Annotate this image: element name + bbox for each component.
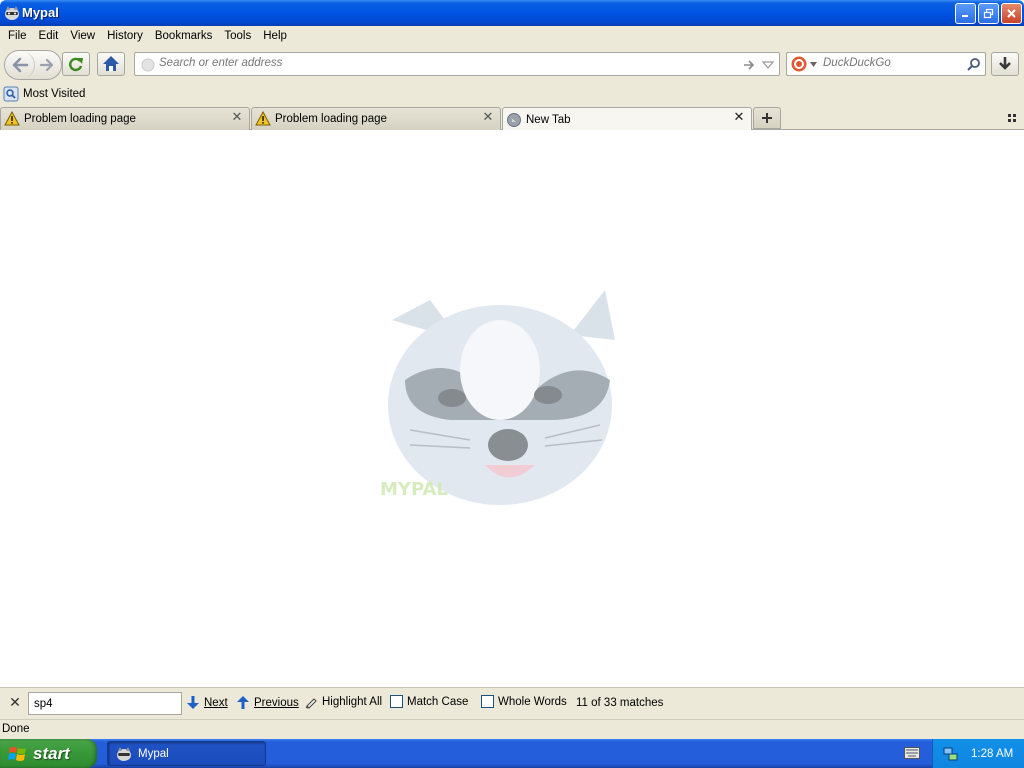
warning-icon: [4, 111, 20, 126]
mypal-logo-text: MYPAL: [380, 479, 448, 500]
match-case-label: Match Case: [407, 695, 469, 708]
tab-problem-loading-1[interactable]: Problem loading page ✕: [0, 107, 250, 130]
raccoon-logo-image: MYPAL: [380, 290, 615, 505]
address-bar[interactable]: [134, 52, 780, 76]
address-input[interactable]: [159, 57, 719, 69]
find-previous-label: Previous: [254, 696, 299, 709]
whole-words-label: Whole Words: [498, 695, 567, 708]
page-content: MYPAL: [0, 130, 1024, 687]
dropdown-arrow-icon[interactable]: [762, 60, 774, 70]
tab-problem-loading-2[interactable]: Problem loading page ✕: [251, 107, 501, 130]
up-arrow-icon: [237, 696, 249, 709]
back-forward-group: [4, 50, 62, 80]
status-bar: Done: [0, 719, 1024, 739]
menu-history[interactable]: History: [101, 30, 149, 42]
raccoon-app-icon: [117, 746, 131, 761]
whole-words-checkbox-box[interactable]: [481, 695, 494, 708]
bookmarks-toolbar: Most Visited: [0, 84, 1024, 106]
forward-arrow-icon: [39, 58, 54, 72]
menu-bar: File Edit View History Bookmarks Tools H…: [0, 26, 1024, 46]
search-icon[interactable]: [966, 57, 981, 72]
tab-title: New Tab: [526, 113, 571, 126]
find-match-status: 11 of 33 matches: [576, 697, 664, 709]
navigation-toolbar: [0, 46, 1024, 84]
most-visited-folder-icon: [3, 86, 19, 102]
system-tray: 1:28 AM: [932, 739, 1024, 768]
tab-strip: Problem loading page ✕ Problem loading p…: [0, 106, 1024, 131]
raccoon-app-icon: [5, 6, 19, 20]
find-close-icon[interactable]: ✕: [8, 696, 22, 710]
duckduckgo-icon[interactable]: [791, 56, 807, 72]
warning-icon: [255, 111, 271, 126]
clock[interactable]: 1:28 AM: [971, 748, 1013, 760]
highlight-all-button[interactable]: Highlight All: [304, 695, 382, 709]
restore-button[interactable]: [978, 3, 999, 24]
close-window-button[interactable]: [1001, 3, 1022, 24]
minimize-button[interactable]: [955, 3, 976, 24]
match-case-checkbox[interactable]: Match Case: [390, 695, 468, 708]
search-input[interactable]: [823, 57, 953, 69]
windows-logo-icon: [8, 746, 26, 761]
all-tabs-grid-icon[interactable]: [1006, 112, 1018, 124]
taskbar-item-mypal[interactable]: Mypal: [107, 741, 266, 766]
find-bar: ✕ Next Previous Highlight All Match Case…: [0, 687, 1024, 719]
back-button[interactable]: [5, 51, 35, 79]
downloads-button[interactable]: [991, 52, 1019, 76]
tab-new-tab[interactable]: New Tab ✕: [502, 107, 752, 131]
menu-view[interactable]: View: [64, 30, 101, 42]
minimize-icon: [962, 15, 968, 17]
home-icon: [103, 56, 119, 71]
new-tab-button[interactable]: [753, 107, 781, 129]
close-icon: [1007, 9, 1016, 18]
plus-icon: [762, 113, 772, 123]
forward-button[interactable]: [35, 51, 61, 79]
tab-close-icon[interactable]: ✕: [231, 111, 243, 124]
highlighter-pen-icon: [305, 698, 317, 709]
menu-bookmarks[interactable]: Bookmarks: [149, 30, 219, 42]
most-visited-label: Most Visited: [23, 88, 86, 100]
start-label: start: [33, 743, 70, 763]
find-next-button[interactable]: Next: [186, 695, 228, 710]
tab-close-icon[interactable]: ✕: [733, 111, 745, 124]
whole-words-checkbox[interactable]: Whole Words: [481, 695, 567, 708]
globe-icon: [507, 112, 521, 127]
bookmark-most-visited[interactable]: Most Visited: [3, 86, 85, 102]
restore-icon: [983, 8, 994, 19]
keyboard-icon[interactable]: [904, 747, 920, 759]
start-button[interactable]: start: [0, 739, 97, 768]
window-title: Mypal: [22, 5, 59, 20]
tab-title: Problem loading page: [275, 113, 387, 125]
match-case-checkbox-box[interactable]: [390, 695, 403, 708]
engine-dropdown-icon[interactable]: [810, 62, 817, 67]
menu-help[interactable]: Help: [257, 30, 293, 42]
reload-button[interactable]: [62, 52, 90, 76]
taskbar-item-label: Mypal: [138, 747, 169, 760]
find-input[interactable]: [28, 692, 182, 715]
find-next-label: Next: [204, 696, 228, 709]
status-text: Done: [2, 723, 30, 735]
search-bar[interactable]: [786, 52, 986, 76]
reload-icon: [69, 57, 83, 72]
menu-edit[interactable]: Edit: [33, 30, 65, 42]
home-button[interactable]: [97, 52, 125, 76]
title-bar[interactable]: Mypal: [0, 0, 1024, 26]
network-icon[interactable]: [943, 746, 959, 762]
find-previous-button[interactable]: Previous: [236, 695, 299, 710]
download-arrow-icon: [999, 57, 1011, 70]
menu-tools[interactable]: Tools: [218, 30, 257, 42]
back-arrow-icon: [12, 57, 29, 73]
highlight-all-label: Highlight All: [322, 696, 383, 708]
tab-title: Problem loading page: [24, 113, 136, 125]
down-arrow-icon: [187, 696, 199, 709]
taskbar: start Mypal 1:28 AM: [0, 739, 1024, 768]
globe-icon: [141, 58, 155, 72]
go-arrow-icon[interactable]: [742, 58, 756, 72]
tab-close-icon[interactable]: ✕: [482, 111, 494, 124]
menu-file[interactable]: File: [2, 30, 33, 42]
